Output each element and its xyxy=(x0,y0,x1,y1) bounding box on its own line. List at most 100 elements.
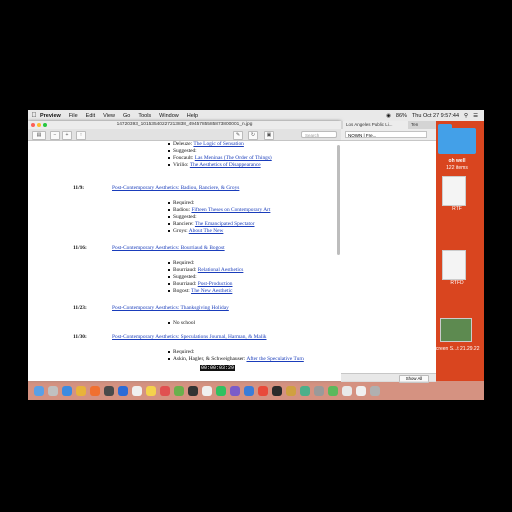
list-item: Suggested: xyxy=(168,148,197,154)
markup-icon[interactable]: ✎ xyxy=(233,131,243,140)
zoom-in-icon[interactable]: + xyxy=(62,131,72,140)
browser-window: Los Angeles Public Li... Ten NOWN | Fre.… xyxy=(341,121,436,383)
session-date: 11/30: xyxy=(73,334,87,340)
rtf-file-icon[interactable] xyxy=(442,176,466,206)
notification-center-icon[interactable]: ☰ xyxy=(473,113,478,119)
menu-extras: ◉ 86% Thu Oct 27 9:57:44 ⚲ ☰ xyxy=(386,110,478,121)
safari-dock-icon[interactable] xyxy=(62,385,72,396)
menu-help[interactable]: Help xyxy=(187,113,198,119)
app-dock-icon[interactable] xyxy=(286,385,296,396)
folder-label: oh well xyxy=(448,158,466,164)
session-heading-link[interactable]: Post-Contemporary Aesthetics: Speculatio… xyxy=(112,334,267,340)
session-date: 11/23: xyxy=(73,305,87,311)
share-icon[interactable]: ↑ xyxy=(76,131,86,140)
preview-titlebar: 14720393_10153540227213838_4945785585873… xyxy=(28,121,341,129)
session-heading-link[interactable]: Post-Contemporary Aesthetics: Badiou, Ra… xyxy=(112,185,239,191)
zoom-window-button[interactable] xyxy=(43,123,47,127)
reading-link[interactable]: The New Aesthetic xyxy=(191,288,232,294)
reading-link[interactable]: The Emancipated Spectator xyxy=(195,221,255,227)
rtfd-file-label: RTFD xyxy=(450,280,464,286)
launchpad-dock-icon[interactable] xyxy=(48,385,58,396)
menu-edit[interactable]: Edit xyxy=(86,113,95,119)
list-item: Badiou: Fifteen Theses on Contemporary A… xyxy=(168,207,270,213)
app-dock-icon[interactable] xyxy=(258,385,268,396)
list-item: No school xyxy=(168,320,195,326)
rotate-icon[interactable]: ↻ xyxy=(248,131,258,140)
session-heading-link[interactable]: Post-Contemporary Aesthetics: Bourriaud … xyxy=(112,245,225,251)
firefox-dock-icon[interactable] xyxy=(90,385,100,396)
chrome-dock-icon[interactable] xyxy=(76,385,86,396)
menu-app-name[interactable]: Preview xyxy=(40,113,61,119)
screenshot-file-icon[interactable] xyxy=(440,318,472,342)
spotlight-icon[interactable]: ⚲ xyxy=(464,113,468,119)
rtf-file-label: RTF xyxy=(452,206,462,212)
preview-window: 14720393_10153540227213838_4945785585873… xyxy=(28,121,341,381)
reading-link[interactable]: Las Meninas (The Order of Things) xyxy=(195,155,272,161)
rtfd-file-icon[interactable] xyxy=(442,250,466,280)
window-title: 14720393_10153540227213838_4945785585873… xyxy=(116,122,253,127)
reading-link[interactable]: The Aesthetics of Disappearance xyxy=(190,162,261,168)
address-bar[interactable]: NOWN | Fre... xyxy=(345,131,427,138)
clock[interactable]: Thu Oct 27 9:57:44 xyxy=(412,113,459,119)
toolbox-icon[interactable]: ▣ xyxy=(264,131,274,140)
menu-file[interactable]: File xyxy=(69,113,78,119)
reading-link[interactable]: Fifteen Theses on Contemporary Art xyxy=(191,207,270,213)
desktop-screen:  Preview File Edit View Go Tools Window… xyxy=(28,110,484,400)
close-window-button[interactable] xyxy=(31,123,35,127)
list-item: Bogost: The New Aesthetic xyxy=(168,288,232,294)
app-dock-icon[interactable] xyxy=(230,385,240,396)
zoom-out-icon[interactable]: − xyxy=(50,131,60,140)
trash-dock-icon[interactable] xyxy=(370,385,380,396)
list-item: Required: xyxy=(168,260,194,266)
wifi-icon[interactable]: ◉ xyxy=(386,113,391,119)
app-dock-icon[interactable] xyxy=(300,385,310,396)
folder-dock-icon[interactable] xyxy=(356,385,366,396)
reading-link[interactable]: Post-Production xyxy=(198,281,233,287)
browser-page xyxy=(341,141,436,381)
search-input[interactable]: Search xyxy=(301,131,337,138)
folder-icon[interactable] xyxy=(438,124,476,154)
reading-link[interactable]: About The New xyxy=(189,228,224,234)
app-dock-icon[interactable] xyxy=(202,385,212,396)
document-scrollbar[interactable] xyxy=(337,145,340,255)
app-dock-icon[interactable] xyxy=(104,385,114,396)
preview-dock-icon[interactable] xyxy=(342,385,352,396)
menu-tools[interactable]: Tools xyxy=(138,113,151,119)
menu-window[interactable]: Window xyxy=(159,113,179,119)
session-heading-link[interactable]: Post-Contemporary Aesthetics: Thanksgivi… xyxy=(112,305,229,311)
list-item: Askin, Hagler, & Schweighauser: After th… xyxy=(168,356,304,362)
dock xyxy=(28,381,484,400)
notes-dock-icon[interactable] xyxy=(146,385,156,396)
sidebar-toggle-icon[interactable]: ▤ xyxy=(32,131,46,140)
app-dock-icon[interactable] xyxy=(244,385,254,396)
reading-link[interactable]: Relational Aesthetics xyxy=(198,267,244,273)
browser-toolbar: NOWN | Fre... xyxy=(341,129,436,141)
reading-link[interactable]: The Logic of Sensation xyxy=(193,141,243,147)
app-dock-icon[interactable] xyxy=(118,385,128,396)
list-item: Required: xyxy=(168,349,194,355)
list-item: Bourriaud: Post-Production xyxy=(168,281,232,287)
browser-tab[interactable]: Ten xyxy=(411,121,418,129)
calendar-dock-icon[interactable] xyxy=(132,385,142,396)
list-item: Ranciere: The Emancipated Spectator xyxy=(168,221,255,227)
screenshot-file-label: Screen S...t 21.29.22 xyxy=(432,346,480,352)
app-dock-icon[interactable] xyxy=(160,385,170,396)
apple-menu-icon[interactable]:  xyxy=(28,112,40,119)
app-dock-icon[interactable] xyxy=(272,385,282,396)
finder-dock-icon[interactable] xyxy=(34,385,44,396)
list-item: Virilio: The Aesthetics of Disappearance xyxy=(168,162,261,168)
system-preferences-dock-icon[interactable] xyxy=(314,385,324,396)
menu-view[interactable]: View xyxy=(103,113,115,119)
session-date: 11/9: xyxy=(73,185,85,191)
reading-link[interactable]: After the Speculative Turn xyxy=(246,356,303,362)
list-item: Bourriaud: Relational Aesthetics xyxy=(168,267,243,273)
browser-tab-strip: Los Angeles Public Li... Ten xyxy=(341,121,436,129)
app-dock-icon[interactable] xyxy=(174,385,184,396)
minimize-window-button[interactable] xyxy=(37,123,41,127)
browser-tab-active[interactable]: Los Angeles Public Li... xyxy=(343,121,408,129)
menu-go[interactable]: Go xyxy=(123,113,130,119)
battery-percentage[interactable]: 86% xyxy=(396,113,407,119)
app-dock-icon[interactable] xyxy=(188,385,198,396)
spotify-dock-icon[interactable] xyxy=(216,385,226,396)
app-dock-icon[interactable] xyxy=(328,385,338,396)
